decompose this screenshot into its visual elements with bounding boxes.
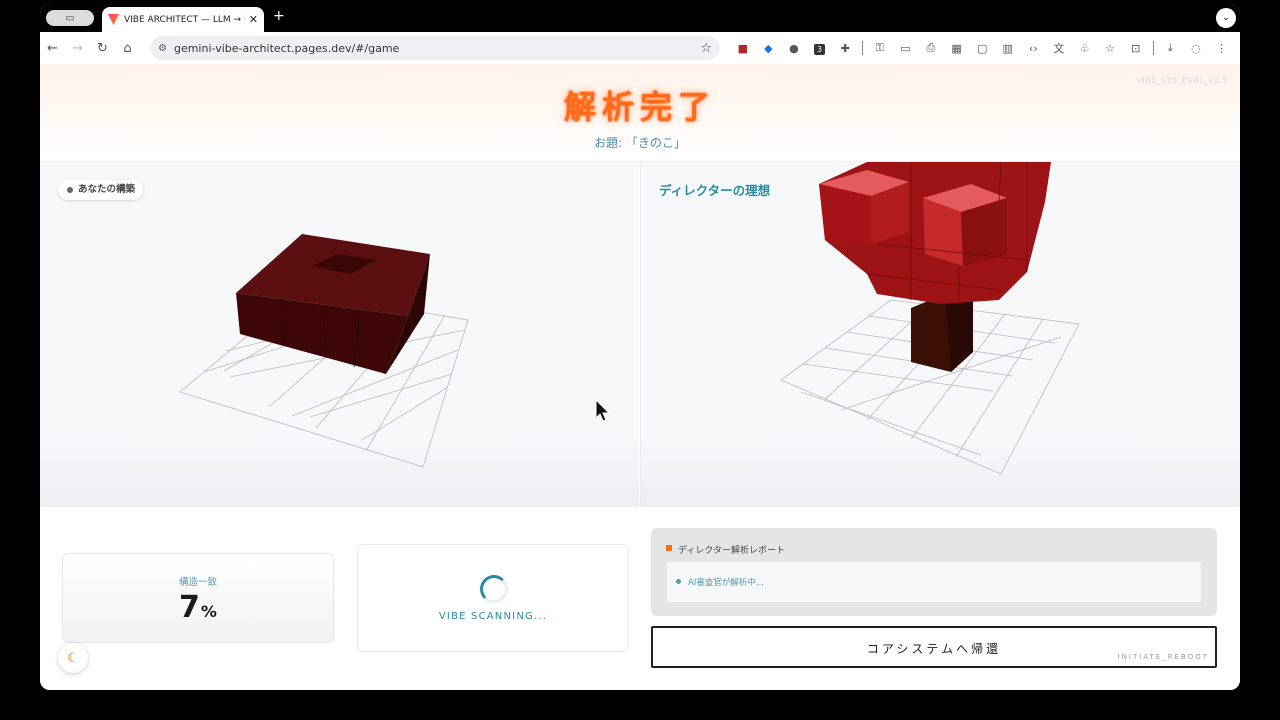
match-number: 7	[179, 590, 200, 625]
print-icon[interactable]: ⎙	[918, 41, 944, 55]
mushroom-stem	[911, 294, 973, 372]
translate-icon[interactable]: 文	[1046, 40, 1072, 56]
reading-mode-icon[interactable]: ▥	[995, 42, 1021, 55]
extensions-puzzle-icon[interactable]: ✚	[832, 42, 858, 55]
extension-blue-shield-icon[interactable]: ◆	[756, 42, 782, 55]
reload-icon[interactable]: ↻	[90, 41, 115, 56]
director-ideal-label: ディレクターの理想	[659, 183, 771, 198]
extension-shield-icon[interactable]: ■	[730, 42, 756, 55]
dark-mode-moon-icon[interactable]: ☾	[58, 643, 88, 673]
address-bar[interactable]: ⚙ gemini-vibe-architect.pages.dev/#/game…	[150, 36, 720, 60]
payment-card-icon[interactable]: ▭	[893, 42, 919, 55]
favorites-star-icon[interactable]: ☆	[1097, 42, 1123, 55]
browser-toolbar: ← → ↻ ⌂ ⚙ gemini-vibe-architect.pages.de…	[40, 32, 1240, 64]
subject-text: お題: 「きのこ」	[594, 136, 686, 150]
player-build-viewport[interactable]: あなたの構築	[40, 162, 639, 507]
structure-match-card: 構造一致 7%	[62, 553, 334, 643]
mouse-cursor-icon	[595, 399, 611, 422]
new-tab-button[interactable]: +	[273, 8, 285, 24]
home-icon[interactable]: ⌂	[115, 41, 140, 56]
tab-close-icon[interactable]: ✕	[249, 13, 258, 26]
player-voxel-scene	[179, 234, 469, 468]
toolbar-divider-2	[1152, 41, 1154, 55]
mushroom-cap	[819, 162, 1051, 304]
tab-strip: ▭ VIBE ARCHITECT — LLM → H ✕ + ⌄	[40, 4, 1240, 32]
match-unit: %	[200, 602, 217, 621]
report-heading: ディレクター解析レポート	[666, 543, 785, 556]
bookmark-star-icon[interactable]: ☆	[700, 41, 712, 56]
extension-three-icon[interactable]: 3	[807, 42, 833, 55]
active-tab[interactable]: VIBE ARCHITECT — LLM → H ✕	[102, 7, 264, 32]
browser-window: ▭ VIBE ARCHITECT — LLM → H ✕ + ⌄ ← → ↻ ⌂…	[40, 4, 1240, 690]
url-text[interactable]: gemini-vibe-architect.pages.dev/#/game	[174, 42, 700, 55]
cast-icon[interactable]: ▢	[969, 42, 995, 55]
toolbar-divider	[861, 41, 863, 55]
return-to-core-button[interactable]: コアシステムへ帰還 INITIATE_REBOOT	[651, 626, 1217, 668]
match-value: 7%	[63, 590, 333, 625]
vibe-scanning-card: VIBE SCANNING...	[357, 544, 629, 652]
tab-title: VIBE ARCHITECT — LLM → H	[124, 14, 245, 25]
extensions-bar: ■ ◆ ● 3 ✚ ⚿ ▭ ⎙ ▦ ▢ ▥ ‹› 文 ♧ ☆ ⊡ ⤓ ◌ ⋮	[730, 32, 1234, 64]
version-label: VIBE_SYS_EVAL_v2.5	[1136, 76, 1228, 85]
match-label: 構造一致	[178, 577, 217, 588]
back-icon[interactable]: ←	[40, 41, 65, 56]
screenshot-icon[interactable]: ⊡	[1123, 42, 1149, 55]
your-build-label: あなたの構築	[58, 180, 144, 200]
download-icon[interactable]: ⤓	[1158, 41, 1184, 55]
incognito-icon[interactable]: ♧	[1072, 42, 1098, 55]
password-key-icon[interactable]: ⚿	[867, 41, 893, 55]
vibe-favicon-icon	[108, 14, 119, 25]
profile-icon[interactable]: ◌	[1183, 42, 1209, 55]
report-body: AI審査官が解析中...	[667, 562, 1201, 602]
extension-avatar-icon[interactable]: ●	[781, 42, 807, 55]
ideal-voxel-scene	[780, 162, 1080, 475]
report-status: AI審査官が解析中...	[676, 576, 764, 588]
results-header: 解析完了 お題: 「きのこ」 VIBE_SYS_EVAL_v2.5	[40, 64, 1240, 162]
game-results-page: 解析完了 お題: 「きのこ」 VIBE_SYS_EVAL_v2.5 あなたの構築…	[40, 64, 1240, 690]
loading-spinner-icon	[480, 575, 508, 603]
director-ideal-viewport[interactable]: ディレクターの理想	[640, 162, 1240, 507]
director-report-panel: ディレクター解析レポート AI審査官が解析中...	[651, 528, 1217, 616]
devtools-code-icon[interactable]: ‹›	[1021, 42, 1047, 55]
tab-search-icon[interactable]: ▭	[46, 10, 94, 26]
site-info-icon[interactable]: ⚙	[158, 43, 167, 54]
browser-menu-icon[interactable]: ⋮	[1209, 42, 1235, 55]
tab-list-chevron-icon[interactable]: ⌄	[1216, 8, 1236, 28]
scanning-text: VIBE SCANNING...	[438, 611, 548, 622]
forward-icon[interactable]: →	[65, 41, 90, 56]
reboot-sublabel: INITIATE_REBOOT	[1117, 653, 1209, 661]
qr-code-icon[interactable]: ▦	[944, 42, 970, 55]
page-title: 解析完了	[563, 88, 716, 126]
